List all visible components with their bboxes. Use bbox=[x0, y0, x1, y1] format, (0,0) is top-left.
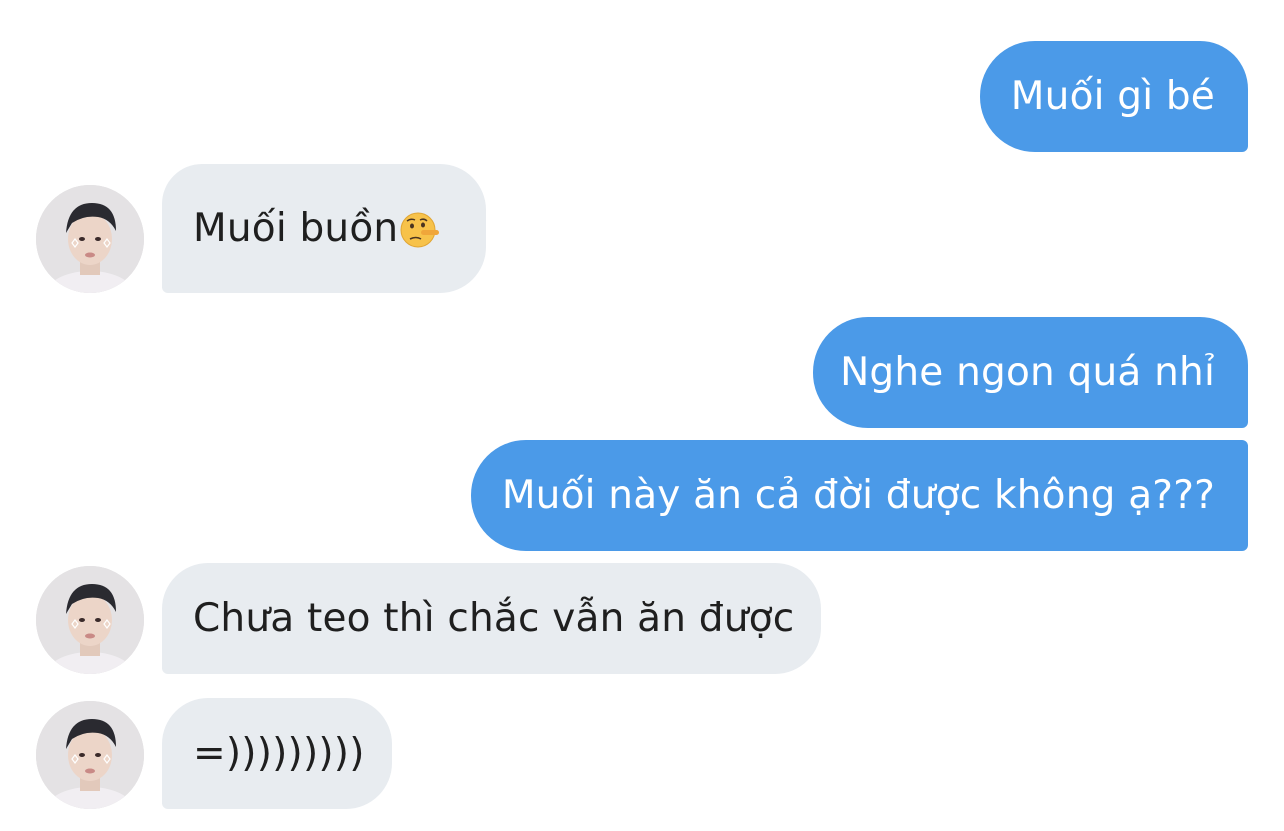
incoming-message[interactable]: =))))))))) bbox=[162, 698, 392, 809]
outgoing-message[interactable]: Muối này ăn cả đời được không ạ??? bbox=[471, 440, 1248, 551]
contact-avatar[interactable] bbox=[36, 185, 144, 293]
incoming-message[interactable]: Chưa teo thì chắc vẫn ăn được bbox=[162, 563, 821, 674]
avatar-photo-icon bbox=[36, 185, 144, 293]
avatar-photo-icon bbox=[36, 566, 144, 674]
avatar-photo-icon bbox=[36, 701, 144, 809]
message-text: Muối gì bé bbox=[1010, 74, 1215, 119]
message-text: Muối này ăn cả đời được không ạ??? bbox=[501, 473, 1215, 518]
contact-avatar[interactable] bbox=[36, 566, 144, 674]
message-text: Nghe ngon quá nhỉ bbox=[840, 350, 1215, 395]
incoming-message[interactable]: Muối buồn bbox=[162, 164, 486, 293]
message-text: Muối buồn bbox=[193, 206, 399, 251]
contact-avatar[interactable] bbox=[36, 701, 144, 809]
lying-face-emoji-icon bbox=[399, 208, 441, 250]
message-text: Chưa teo thì chắc vẫn ăn được bbox=[193, 596, 795, 641]
outgoing-message[interactable]: Muối gì bé bbox=[980, 41, 1248, 152]
message-text: =))))))))) bbox=[193, 731, 365, 776]
outgoing-message[interactable]: Nghe ngon quá nhỉ bbox=[813, 317, 1248, 428]
